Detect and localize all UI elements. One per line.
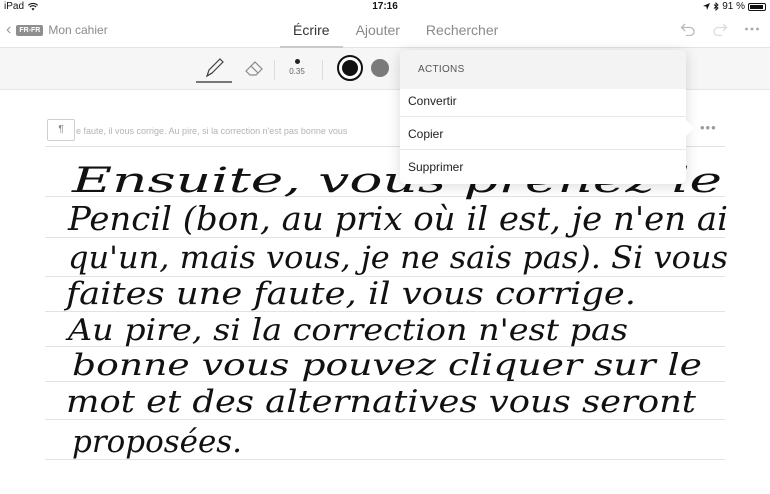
battery-percent: 91 % (722, 1, 745, 12)
nav-actions (680, 22, 760, 36)
color-swatch-black[interactable] (337, 55, 363, 81)
eraser-icon (245, 61, 263, 76)
paragraph-more-button[interactable]: ••• (700, 120, 717, 135)
status-bar: iPad 17:16 91 % (0, 0, 770, 14)
handwriting-canvas[interactable]: Ensuite, vous prenez le Pencil (bon, au … (60, 150, 740, 490)
pen-size-selector[interactable]: 0.35 (282, 56, 312, 76)
toolbar-divider (274, 60, 275, 80)
more-icon[interactable] (744, 22, 760, 36)
redo-icon[interactable] (712, 22, 728, 36)
handwriting-line: bonne vous pouvez cliquer sur le (72, 348, 702, 383)
paragraph-button[interactable]: ¶ (47, 119, 75, 141)
handwriting-line: Au pire, si la correction n'est pas (65, 313, 628, 348)
location-icon (703, 3, 711, 10)
pen-size-value: 0.35 (289, 67, 305, 76)
pen-size-dot (294, 59, 300, 64)
eraser-tool-button[interactable] (241, 55, 269, 83)
bluetooth-icon (713, 2, 719, 11)
undo-icon[interactable] (680, 22, 696, 36)
pen-icon (205, 58, 224, 78)
tab-ajouter[interactable]: Ajouter (343, 14, 413, 48)
handwriting-line: qu'un, mais vous, je ne sais pas). Si vo… (68, 240, 728, 276)
color-swatch-grey[interactable] (371, 59, 389, 77)
actions-popover: ACTIONS Convertir Copier Supprimer (400, 50, 694, 184)
handwriting-line: faites une faute, il vous corrige. (64, 276, 636, 312)
conversion-preview: e faute, il vous corrige. Au pire, si la… (76, 126, 348, 136)
mode-tabs: Écrire Ajouter Rechercher (280, 14, 511, 48)
handwriting-line: mot et des alternatives vous seront (66, 384, 697, 420)
tab-rechercher[interactable]: Rechercher (413, 14, 511, 48)
handwriting-line: Pencil (bon, au prix où il est, je n'en … (67, 199, 728, 238)
back-label: Mon cahier (48, 23, 108, 37)
nav-bar: ‹ FR-FR Mon cahier Écrire Ajouter Recher… (0, 14, 770, 48)
back-button[interactable]: ‹ FR-FR Mon cahier (6, 21, 108, 38)
status-time: 17:16 (372, 1, 398, 12)
chevron-left-icon: ‹ (6, 21, 12, 38)
action-convert[interactable]: Convertir (400, 84, 686, 117)
status-right: 91 % (703, 1, 766, 12)
popover-arrow (686, 120, 694, 136)
toolbar-divider (322, 60, 323, 80)
battery-icon (748, 2, 766, 11)
tab-ecrire[interactable]: Écrire (280, 14, 343, 48)
language-badge: FR-FR (16, 24, 44, 36)
handwriting-line: proposées. (72, 424, 242, 460)
action-delete[interactable]: Supprimer (400, 150, 686, 183)
pen-tool-button[interactable] (196, 55, 232, 83)
action-copy[interactable]: Copier (400, 117, 686, 150)
